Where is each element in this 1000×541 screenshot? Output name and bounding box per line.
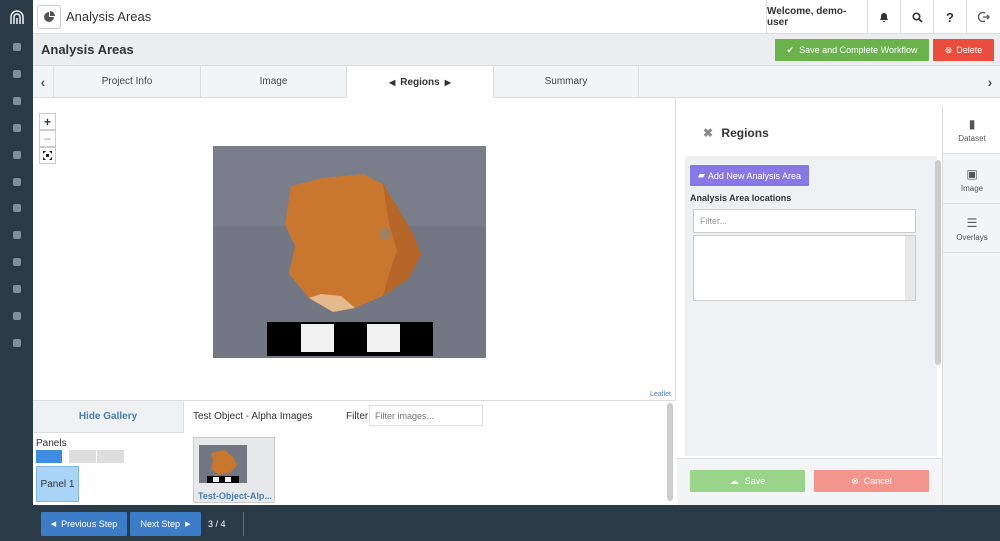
thumbnail-image [199, 445, 247, 483]
artifact-image [213, 146, 486, 358]
book-icon[interactable] [0, 118, 33, 138]
pie-chart-icon [37, 5, 61, 29]
thumbnail-label: Test-Object-Alp... [198, 491, 272, 501]
page-title: Analysis Areas [41, 42, 134, 57]
regions-panel: ✖ Regions ▰ Add New Analysis Area Analys… [677, 106, 942, 505]
previous-step-button[interactable]: ◀ Previous Step [41, 512, 127, 536]
save-label: Save [744, 476, 766, 486]
add-analysis-area-label: Add New Analysis Area [707, 170, 801, 181]
panels-label: Panels [36, 438, 67, 449]
home-icon[interactable] [0, 37, 33, 57]
analysis-area-locations-label: Analysis Area locations [690, 193, 792, 203]
page-header: Analysis Areas ✔ Save and Complete Workf… [33, 34, 1000, 66]
caret-left-icon: ◀ [389, 77, 396, 87]
tab-project-info[interactable]: Project Info [53, 66, 200, 97]
locations-list[interactable] [693, 235, 916, 301]
caret-right-icon: ▶ [444, 77, 451, 87]
tab-image-label: Image [960, 183, 984, 193]
tab-image-side[interactable]: ▣ Image [943, 156, 1000, 204]
next-step-label: Next Step [140, 519, 181, 529]
check-icon: ✔ [786, 44, 795, 55]
list-icon[interactable] [0, 172, 33, 192]
app-title: Analysis Areas [66, 9, 152, 24]
bookmark-icon[interactable] [0, 145, 33, 165]
step-indicator: 3 / 4 [208, 519, 226, 529]
tab-summary[interactable]: Summary [493, 66, 639, 97]
tab-regions[interactable]: ◀ Regions ▶ [346, 66, 493, 98]
leaflet-attribution[interactable]: Leaflet [650, 391, 671, 398]
file-icon: ▮ [968, 116, 976, 131]
left-sidebar [0, 0, 33, 541]
zoom-out-button[interactable]: − [39, 130, 56, 147]
fullscreen-icon[interactable] [39, 147, 56, 164]
add-analysis-area-button[interactable]: ▰ Add New Analysis Area [690, 165, 809, 186]
gallery-title: Test Object - Alpha Images [193, 411, 313, 422]
cloud-upload-icon: ☁ [729, 475, 739, 486]
regions-scrollbar[interactable] [935, 160, 941, 365]
tab-dataset-label: Dataset [958, 133, 986, 143]
right-tabs: ▮ Dataset ▣ Image ☰ Overlays [942, 106, 1000, 505]
tab-image[interactable]: Image [200, 66, 346, 97]
clock-icon[interactable] [0, 64, 33, 84]
folder-icon: ▰ [698, 170, 705, 180]
search-icon[interactable] [0, 91, 33, 111]
tab-overlays-label: Overlays [956, 232, 988, 242]
cancel-label: Cancel [863, 476, 892, 486]
gallery-scrollbar[interactable] [667, 403, 673, 501]
panel-layout-1[interactable] [36, 450, 62, 463]
regions-title: Regions [721, 126, 769, 140]
top-bar: Analysis Areas Welcome, demo-user ? [33, 0, 1000, 34]
chevron-left-icon[interactable]: ‹ [33, 66, 53, 98]
logo-icon[interactable] [0, 0, 33, 34]
panel-layout-3[interactable] [97, 450, 124, 463]
save-button[interactable]: ☁ Save [690, 470, 805, 492]
search-icon[interactable] [901, 0, 934, 34]
panel-layout-2[interactable] [69, 450, 96, 463]
save-and-complete-button[interactable]: ✔ Save and Complete Workflow [775, 39, 929, 61]
list-icon: ☰ [966, 215, 978, 230]
help-icon[interactable]: ? [934, 0, 967, 34]
database-icon[interactable] [0, 333, 33, 353]
image-icon: ▣ [966, 166, 978, 181]
user-icon[interactable] [0, 225, 33, 245]
caret-right-icon: ▶ [185, 521, 191, 528]
filter-label: Filter [346, 411, 369, 422]
cancel-button[interactable]: ⊗ Cancel [814, 470, 929, 492]
gallery-thumbnail[interactable]: Test-Object-Alp... [193, 437, 275, 503]
close-icon[interactable]: ✖ [703, 126, 713, 140]
image-gallery: Hide Gallery Test Object - Alpha Images … [33, 400, 676, 505]
delete-button[interactable]: ⊗ Delete [933, 39, 994, 61]
previous-step-label: Previous Step [61, 519, 118, 529]
locations-scrollbar[interactable] [905, 236, 915, 300]
divider [243, 512, 244, 536]
tab-dataset[interactable]: ▮ Dataset [943, 106, 1000, 154]
bell-icon[interactable] [868, 0, 901, 34]
bottom-bar: ◀ Previous Step Next Step ▶ 3 / 4 [33, 505, 1000, 541]
zoom-in-button[interactable]: + [39, 113, 56, 130]
filter-images-input[interactable] [369, 405, 483, 426]
tab-regions-label: Regions [400, 76, 440, 88]
save-and-complete-label: Save and Complete Workflow [799, 45, 918, 55]
gear-icon[interactable] [0, 279, 33, 299]
caret-left-icon: ◀ [50, 521, 57, 528]
regions-header: ✖ Regions [703, 126, 769, 140]
welcome-user[interactable]: Welcome, demo-user [766, 0, 868, 34]
hide-gallery-button[interactable]: Hide Gallery [33, 401, 184, 433]
locations-filter-input[interactable]: Filter... [693, 209, 916, 233]
workflow-tabs: ‹ Project Info Image ◀ Regions ▶ Summary… [33, 66, 1000, 98]
tab-overlays[interactable]: ☰ Overlays [943, 205, 1000, 253]
panel-1-button[interactable]: Panel 1 [36, 466, 79, 502]
times-circle-icon: ⊗ [851, 475, 859, 486]
mobile-icon[interactable] [0, 198, 33, 218]
image-viewer[interactable]: + − Leaflet [33, 98, 676, 400]
delete-label: Delete [956, 45, 983, 55]
logout-icon[interactable] [967, 0, 1000, 34]
text-icon[interactable] [0, 252, 33, 272]
picture-icon[interactable] [0, 306, 33, 326]
times-circle-icon: ⊗ [944, 44, 953, 55]
next-step-button[interactable]: Next Step ▶ [130, 512, 201, 536]
chevron-right-icon[interactable]: › [980, 66, 1000, 98]
